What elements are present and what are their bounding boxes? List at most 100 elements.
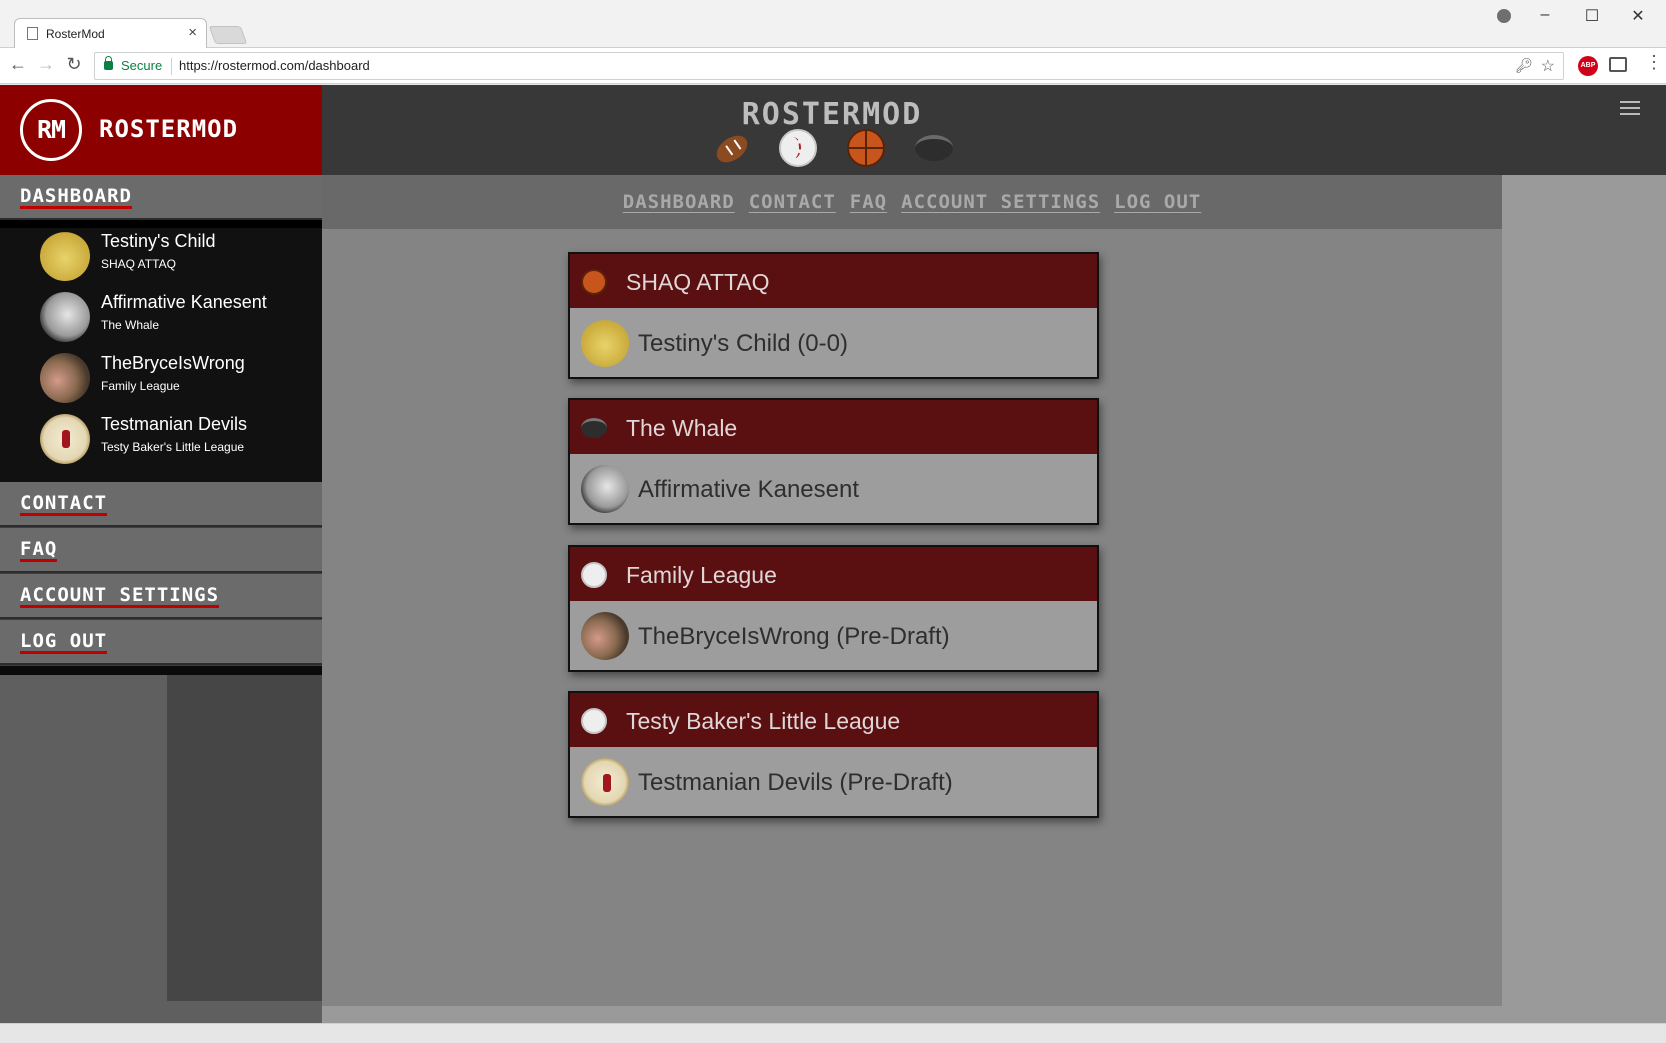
team-league: SHAQ ATTAQ [101, 257, 176, 271]
sidebar-item-label: CONTACT [20, 492, 108, 516]
address-bar-row: ← → ↻ Secure https://rostermod.com/dashb… [0, 48, 1666, 84]
reload-icon[interactable]: ↻ [62, 54, 86, 75]
league-name: The Whale [626, 415, 738, 441]
card-body[interactable]: Testiny's Child (0-0) [570, 308, 1097, 377]
card-body[interactable]: Affirmative Kanesent [570, 454, 1097, 523]
logo[interactable]: RM ROSTERMOD [0, 85, 322, 175]
baseball-icon [779, 129, 817, 167]
nav-log-out[interactable]: LOG OUT [1114, 191, 1201, 213]
close-window-icon[interactable]: ✕ [1623, 6, 1653, 26]
browser-tab[interactable]: RosterMod × [14, 18, 207, 48]
page: ROSTERMOD DASHBOARD CONTACT FAQ ACCOUNT … [0, 85, 1666, 1023]
team-name: Testmanian Devils (Pre-Draft) [638, 769, 953, 796]
card-header[interactable]: SHAQ ATTAQ [570, 254, 1097, 308]
baseball-icon [581, 562, 607, 588]
helmet-icon [40, 292, 90, 342]
team-league: Testy Baker's Little League [101, 440, 245, 454]
league-card[interactable]: The Whale Affirmative Kanesent [568, 398, 1099, 525]
site-header: ROSTERMOD [322, 85, 1666, 175]
profile-icon[interactable] [1497, 9, 1511, 23]
browser-menu-icon[interactable]: ⋮ [1645, 52, 1663, 73]
league-name: SHAQ ATTAQ [626, 269, 770, 295]
team-league: The Whale [101, 318, 160, 332]
baseball-icon [581, 708, 607, 734]
sidebar-divider [0, 666, 322, 675]
football-icon [711, 130, 753, 168]
team-name: Affirmative Kanesent [101, 292, 267, 312]
adblock-icon[interactable]: ABP [1578, 56, 1598, 76]
nav-contact[interactable]: CONTACT [749, 191, 836, 213]
sidebar-item-label: LOG OUT [20, 630, 108, 654]
nav-dashboard[interactable]: DASHBOARD [623, 191, 735, 213]
secure-label: Secure [121, 58, 163, 73]
team-name: Testiny's Child [101, 231, 216, 251]
basketball-icon [581, 269, 607, 295]
logo-badge: RM [20, 99, 82, 161]
photo-avatar-icon [40, 353, 90, 403]
sidebar-teams-list: Testiny's Child SHAQ ATTAQ Affirmative K… [0, 220, 322, 482]
sidebar-item-dashboard[interactable]: DASHBOARD [0, 175, 322, 220]
card-body[interactable]: Testmanian Devils (Pre-Draft) [570, 747, 1097, 816]
sidebar-item-label: FAQ [20, 538, 58, 562]
browser-bottom-edge [0, 1023, 1666, 1043]
uniform-icon [40, 414, 90, 464]
lock-icon [104, 56, 113, 70]
top-nav: DASHBOARD CONTACT FAQ ACCOUNT SETTINGS L… [322, 175, 1502, 229]
card-header[interactable]: The Whale [570, 400, 1097, 454]
team-name: TheBryceIsWrong [101, 353, 245, 373]
page-icon [27, 27, 38, 40]
sidebar-team-item[interactable]: TheBryceIsWrong Family League [0, 348, 322, 412]
sidebar-item-log-out[interactable]: LOG OUT [0, 620, 322, 665]
new-tab-button[interactable] [208, 26, 248, 44]
team-name: TheBryceIsWrong (Pre-Draft) [638, 623, 950, 650]
jersey-icon [40, 231, 90, 281]
card-body[interactable]: TheBryceIsWrong (Pre-Draft) [570, 601, 1097, 670]
sport-icons [711, 129, 953, 168]
hamburger-menu-icon[interactable] [1620, 101, 1640, 115]
nav-faq[interactable]: FAQ [850, 191, 887, 213]
key-icon[interactable]: 🔑︎ [1515, 57, 1533, 74]
helmet-icon [581, 465, 629, 513]
sidebar-team-item[interactable]: Testiny's Child SHAQ ATTAQ [0, 226, 322, 290]
league-card[interactable]: Family League TheBryceIsWrong (Pre-Draft… [568, 545, 1099, 672]
uniform-icon [581, 758, 629, 806]
team-name: Affirmative Kanesent [638, 476, 860, 503]
maximize-icon[interactable]: ☐ [1577, 6, 1607, 26]
league-card[interactable]: Testy Baker's Little League Testmanian D… [568, 691, 1099, 818]
forward-icon[interactable]: → [34, 54, 58, 75]
hockey-puck-icon [915, 135, 953, 161]
logo-text: ROSTERMOD [99, 115, 239, 143]
sidebar-lower-panel [0, 675, 322, 1023]
basketball-icon [847, 129, 885, 167]
close-tab-icon[interactable]: × [188, 24, 197, 41]
address-bar[interactable]: Secure https://rostermod.com/dashboard 🔑… [94, 52, 1564, 80]
team-name: Testmanian Devils [101, 414, 248, 434]
address-divider [171, 58, 172, 75]
sidebar-item-faq[interactable]: FAQ [0, 528, 322, 573]
photo-avatar-icon [581, 612, 629, 660]
sidebar-lower-inner [167, 675, 322, 1001]
back-icon[interactable]: ← [6, 54, 30, 75]
league-name: Testy Baker's Little League [626, 708, 901, 734]
team-name: Testiny's Child (0-0) [638, 330, 848, 357]
nav-account-settings[interactable]: ACCOUNT SETTINGS [901, 191, 1100, 213]
header-title: ROSTERMOD [741, 97, 923, 132]
sidebar-item-account-settings[interactable]: ACCOUNT SETTINGS [0, 574, 322, 619]
browser-tabstrip: RosterMod × – ☐ ✕ [0, 0, 1666, 48]
jersey-icon [581, 319, 629, 367]
bookmark-star-icon[interactable]: ☆ [1541, 56, 1555, 76]
team-league: Family League [101, 379, 180, 393]
card-header[interactable]: Family League [570, 547, 1097, 601]
card-header[interactable]: Testy Baker's Little League [570, 693, 1097, 747]
sidebar-team-item[interactable]: Testmanian Devils Testy Baker's Little L… [0, 409, 322, 473]
sidebar-item-contact[interactable]: CONTACT [0, 482, 322, 527]
sidebar-item-label: DASHBOARD [20, 185, 132, 209]
league-card[interactable]: SHAQ ATTAQ Testiny's Child (0-0) [568, 252, 1099, 379]
minimize-icon[interactable]: – [1530, 6, 1560, 24]
sidebar-team-item[interactable]: Affirmative Kanesent The Whale [0, 287, 322, 351]
tab-title: RosterMod [46, 27, 105, 41]
url-text[interactable]: https://rostermod.com/dashboard [179, 58, 370, 73]
cast-icon[interactable] [1609, 57, 1627, 72]
sidebar: RM ROSTERMOD DASHBOARD Testiny's Child S… [0, 85, 322, 1023]
league-name: Family League [626, 562, 777, 588]
